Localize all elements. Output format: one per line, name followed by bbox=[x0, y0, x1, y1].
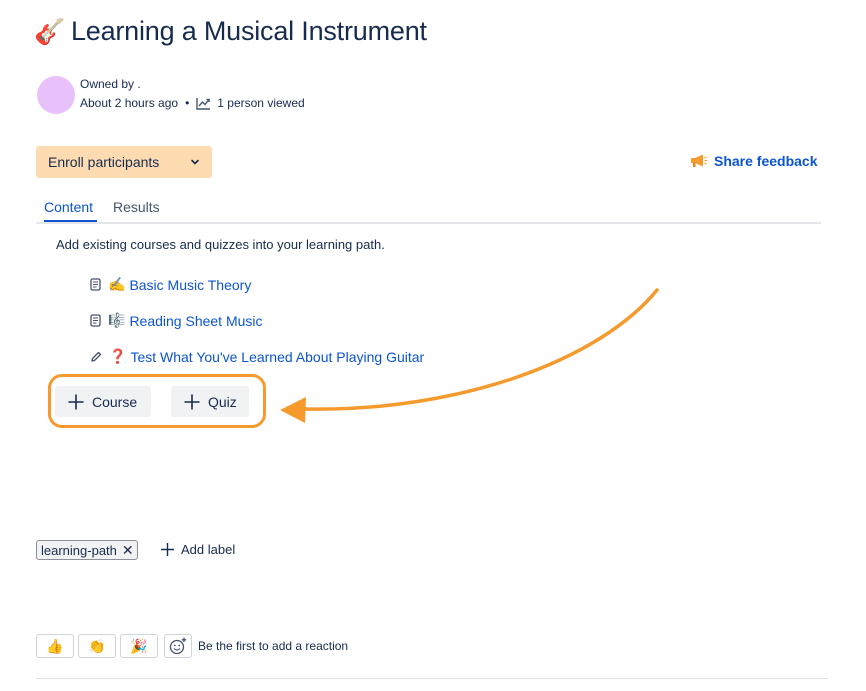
share-feedback-label: Share feedback bbox=[714, 153, 818, 169]
course-icon bbox=[90, 314, 101, 327]
view-count[interactable]: 1 person viewed bbox=[217, 96, 304, 110]
course-link-reading-sheet-music[interactable]: Reading Sheet Music bbox=[129, 313, 262, 329]
remove-label-icon[interactable]: ✕ bbox=[122, 543, 134, 557]
tab-results[interactable]: Results bbox=[113, 199, 160, 215]
add-course-button[interactable]: Course bbox=[55, 386, 151, 417]
helper-text: Add existing courses and quizzes into yo… bbox=[56, 237, 385, 252]
course-icon bbox=[90, 278, 101, 291]
add-label-text: Add label bbox=[181, 542, 236, 557]
active-tab-indicator bbox=[44, 220, 97, 222]
reaction-thumbs-up[interactable]: 👍 bbox=[36, 634, 74, 658]
writing-hand-emoji: ✍️ bbox=[108, 276, 126, 292]
last-updated: About 2 hours ago bbox=[80, 96, 179, 110]
enroll-participants-button[interactable]: Enroll participants bbox=[36, 146, 212, 178]
reaction-clapping[interactable]: 👏 bbox=[78, 634, 116, 658]
plus-icon bbox=[184, 394, 200, 409]
reaction-prompt: Be the first to add a reaction bbox=[198, 639, 349, 653]
enroll-participants-label: Enroll participants bbox=[48, 154, 160, 170]
plus-icon bbox=[68, 394, 84, 409]
musical-score-emoji: 🎼 bbox=[108, 312, 126, 328]
owned-by: Owned by . bbox=[80, 77, 141, 91]
guitar-emoji: 🎸 bbox=[34, 18, 65, 46]
add-quiz-button[interactable]: Quiz bbox=[171, 386, 249, 417]
tab-content[interactable]: Content bbox=[44, 199, 93, 215]
label-tag[interactable]: learning-path ✕ bbox=[36, 540, 138, 560]
divider bbox=[36, 678, 828, 679]
add-label-button[interactable]: Add label bbox=[160, 542, 235, 557]
megaphone-icon bbox=[691, 154, 707, 167]
course-link-basic-music-theory[interactable]: Basic Music Theory bbox=[129, 277, 251, 293]
page-title: 🎸 Learning a Musical Instrument bbox=[34, 16, 427, 47]
add-reaction-button[interactable] bbox=[164, 634, 192, 658]
content-tabs: Content Results bbox=[36, 198, 821, 224]
quiz-link-test-playing-guitar[interactable]: Test What You've Learned About Playing G… bbox=[130, 349, 424, 365]
page-meta: About 2 hours ago • 1 person viewed bbox=[80, 96, 305, 110]
share-feedback-link[interactable]: Share feedback bbox=[690, 153, 818, 169]
meta-separator: • bbox=[185, 96, 190, 110]
analytics-icon bbox=[196, 97, 211, 110]
question-mark-emoji: ❓ bbox=[109, 348, 127, 364]
page-title-text: Learning a Musical Instrument bbox=[70, 16, 427, 46]
chevron-down-icon bbox=[191, 159, 199, 165]
add-emoji-icon bbox=[169, 637, 187, 655]
plus-icon bbox=[161, 543, 174, 556]
learning-item: ✍️ Basic Music Theory bbox=[90, 276, 251, 293]
reaction-party[interactable]: 🎉 bbox=[120, 634, 158, 658]
add-quiz-label: Quiz bbox=[208, 393, 237, 410]
label-tag-text: learning-path bbox=[41, 542, 117, 558]
learning-item: 🎼 Reading Sheet Music bbox=[90, 312, 263, 329]
add-course-label: Course bbox=[92, 393, 138, 410]
learning-item: ❓ Test What You've Learned About Playing… bbox=[90, 348, 424, 365]
pencil-icon bbox=[91, 351, 102, 362]
avatar[interactable] bbox=[37, 76, 75, 114]
